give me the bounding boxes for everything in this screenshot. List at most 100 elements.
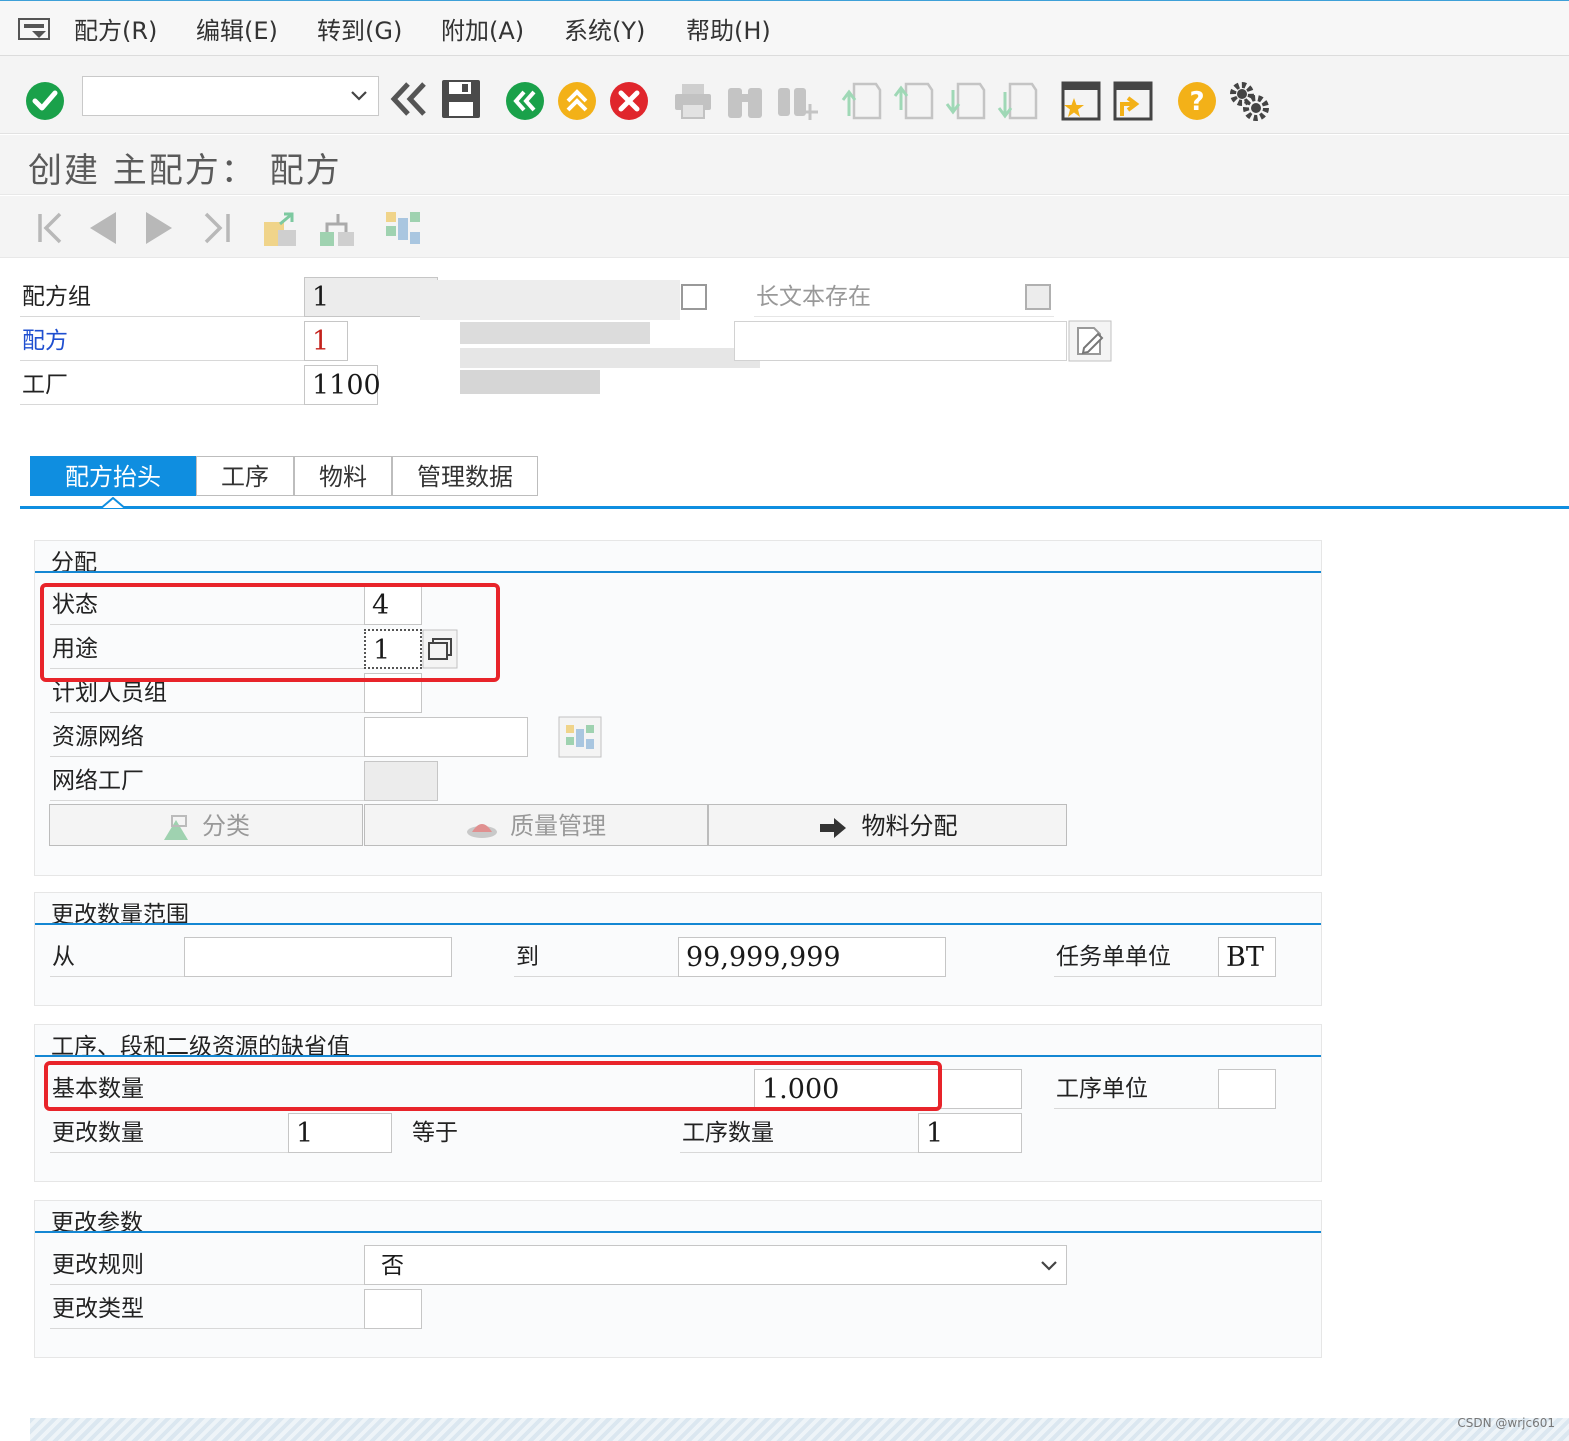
menu-goto[interactable]: 转到(G)	[317, 11, 402, 46]
quality-label: 质量管理	[510, 812, 606, 840]
plant-label: 工厂	[20, 365, 304, 405]
network-plant-label: 网络工厂	[50, 761, 364, 801]
cancel-icon[interactable]	[608, 80, 650, 122]
settings-icon[interactable]	[1228, 80, 1270, 122]
tab-recipe-header[interactable]: 配方抬头	[30, 456, 196, 496]
classification-button: 分类	[49, 804, 363, 846]
planner-group-label: 计划人员组	[50, 673, 364, 713]
resource-network-label: 资源网络	[50, 717, 364, 757]
group-title-underline	[35, 571, 1321, 573]
network-plant-field	[364, 761, 438, 801]
status-field[interactable]: 4	[364, 585, 422, 625]
material-assignment-label: 物料分配	[861, 812, 958, 840]
standard-toolbar: ?	[0, 56, 1569, 134]
menu-edit[interactable]: 编辑(E)	[196, 11, 278, 46]
new-session-icon[interactable]	[1060, 80, 1102, 122]
classification-label: 分类	[202, 812, 250, 840]
redacted-area	[460, 370, 600, 394]
menu-extras[interactable]: 附加(A)	[441, 11, 524, 46]
help-icon[interactable]: ?	[1176, 80, 1218, 122]
find-next-icon	[778, 88, 818, 120]
task-list-unit-field[interactable]: BT	[1218, 937, 1276, 977]
to-label: 到	[514, 937, 678, 977]
from-label: 从	[50, 937, 184, 977]
network-graphic-icon[interactable]	[558, 716, 602, 758]
plant-field[interactable]: 1100	[304, 365, 381, 405]
tab-operations[interactable]: 工序	[196, 456, 294, 496]
description-field[interactable]	[734, 321, 1067, 361]
change-rule-value: 否	[381, 1253, 404, 1279]
from-field[interactable]	[184, 937, 452, 977]
menu-icon[interactable]	[18, 18, 50, 40]
shortcut-icon[interactable]	[1112, 80, 1154, 122]
resource-network-field[interactable]	[364, 717, 528, 757]
to-field[interactable]: 99,999,999	[678, 937, 946, 977]
title-bar: 创建 主配方： 配方	[0, 135, 1569, 195]
recipe-group-label: 配方组	[20, 277, 304, 317]
value-help-icon[interactable]	[422, 629, 458, 669]
back-double-icon[interactable]	[388, 78, 430, 120]
flag-checkbox[interactable]	[681, 284, 707, 310]
back-icon[interactable]	[504, 80, 546, 122]
previous-record-icon	[90, 212, 116, 244]
check-icon[interactable]	[24, 80, 66, 122]
equals-label: 等于	[412, 1120, 458, 1146]
first-page-icon	[841, 82, 882, 120]
last-record-icon	[204, 212, 230, 244]
watermark: CSDN @wrjc601	[1457, 1416, 1555, 1430]
edit-long-text-icon[interactable]	[1068, 320, 1112, 362]
group-title-underline	[35, 1055, 1321, 1057]
last-page-icon	[997, 82, 1038, 120]
base-quantity-field[interactable]: 1.000	[754, 1069, 1022, 1109]
network-graphic-icon[interactable]	[382, 208, 424, 248]
tab-admin-data[interactable]: 管理数据	[392, 456, 538, 496]
command-field[interactable]	[82, 76, 379, 116]
usage-field[interactable]: 1	[364, 629, 422, 669]
quality-management-button: 质量管理	[364, 804, 708, 846]
operation-unit-label: 工序单位	[1054, 1069, 1218, 1109]
material-assignment-button[interactable]: 物料分配	[708, 804, 1067, 846]
redacted-area	[420, 280, 680, 320]
active-tab-pointer	[100, 497, 126, 509]
exit-icon[interactable]	[556, 80, 598, 122]
first-record-icon	[38, 212, 62, 244]
operation-unit-field[interactable]	[1218, 1069, 1276, 1109]
usage-label: 用途	[50, 629, 364, 669]
change-rule-select[interactable]: 否	[364, 1245, 1067, 1285]
application-toolbar	[0, 196, 1569, 258]
operation-quantity-label: 工序数量	[680, 1113, 918, 1153]
svg-text:?: ?	[1189, 87, 1204, 117]
status-label: 状态	[50, 585, 364, 625]
next-record-icon	[146, 212, 172, 244]
group-title-underline	[35, 923, 1321, 925]
tab-strip-line	[20, 506, 1569, 509]
page-title: 创建 主配方： 配方	[28, 151, 342, 191]
classification-icon	[164, 814, 188, 840]
previous-page-icon	[893, 82, 934, 120]
hierarchy-icon[interactable]	[316, 208, 358, 248]
change-type-field[interactable]	[364, 1289, 422, 1329]
redacted-area	[460, 322, 650, 344]
find-icon	[728, 88, 762, 118]
long-text-label: 长文本存在	[754, 277, 1054, 317]
planner-group-field[interactable]	[364, 673, 422, 713]
menu-system[interactable]: 系统(Y)	[564, 11, 645, 46]
change-quantity-field[interactable]: 1	[288, 1113, 392, 1153]
status-bar	[30, 1418, 1569, 1441]
chevron-down-icon[interactable]	[1040, 1259, 1058, 1273]
group-title-underline	[35, 1231, 1321, 1233]
export-icon[interactable]	[260, 208, 302, 248]
change-quantity-label: 更改数量	[50, 1113, 288, 1153]
redacted-area	[460, 348, 760, 368]
next-page-icon	[945, 82, 986, 120]
arrow-right-icon	[819, 817, 846, 838]
save-icon[interactable]	[440, 78, 482, 120]
recipe-field[interactable]: 1	[304, 321, 348, 361]
menu-recipe[interactable]: 配方(R)	[74, 11, 157, 46]
print-icon	[675, 84, 711, 119]
base-quantity-label: 基本数量	[50, 1069, 754, 1109]
tab-materials[interactable]: 物料	[294, 456, 392, 496]
chevron-down-icon[interactable]	[350, 89, 368, 103]
operation-quantity-field[interactable]: 1	[918, 1113, 1022, 1153]
menu-help[interactable]: 帮助(H)	[686, 11, 771, 46]
